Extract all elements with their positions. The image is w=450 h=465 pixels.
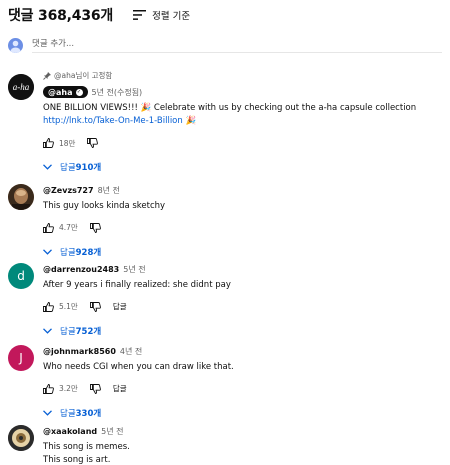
pin-icon (43, 71, 51, 80)
pinned-indicator: @aha님이 고정함 (43, 70, 442, 81)
like-button[interactable] (43, 222, 54, 233)
chevron-down-icon (43, 164, 52, 170)
comment-time[interactable]: 4년 전 (120, 346, 142, 357)
avatar-letter: d (17, 269, 25, 283)
replies-count: 752개 (75, 326, 102, 337)
thumbs-up-icon (43, 222, 54, 233)
comment-actions: 4.7만 (43, 221, 442, 235)
user-avatar (8, 37, 23, 53)
replies-prefix: 답글 (60, 326, 76, 337)
thumbs-up-icon (43, 383, 54, 394)
comment-text: ONE BILLION VIEWS!!! 🎉 Celebrate with us… (43, 102, 442, 127)
comment-actions: 3.2만 답글 (43, 382, 442, 396)
chevron-down-icon (43, 327, 52, 334)
comment-text: This guy looks kinda sketchy (43, 201, 166, 211)
thumbs-down-icon (89, 222, 101, 233)
author-name[interactable]: @Zevzs727 (43, 186, 94, 195)
comment-text: This song is memes. This song is art. (43, 441, 442, 465)
like-count: 3.2만 (59, 384, 78, 393)
thumbs-up-icon (43, 138, 54, 148)
author-name[interactable]: @darrenzou2483 (43, 265, 119, 274)
aha-logo-icon: a-ha (8, 74, 34, 100)
comment-text-part: ONE BILLION VIEWS!!! 🎉 Celebrate with us… (43, 103, 417, 113)
thumbs-down-icon (89, 301, 101, 312)
add-comment-row: 댓글 추가... (8, 37, 442, 53)
author-name: @aha (48, 87, 73, 97)
thumbs-up-icon (43, 301, 54, 312)
comment-thread: J @johnmark8560 4년 전 Who needs CGI when … (8, 345, 442, 419)
replies-count: 910개 (75, 163, 102, 173)
view-replies-button[interactable]: 답글 910개 (43, 161, 442, 173)
user-silhouette-icon (10, 40, 21, 53)
like-button[interactable] (43, 138, 54, 148)
comment-actions: 18만 (43, 136, 442, 150)
pinned-label: @aha님이 고정함 (54, 71, 113, 80)
avatar[interactable]: J (8, 345, 34, 371)
comment-actions: 5.1만 답글 (43, 300, 442, 314)
dislike-button[interactable] (89, 383, 101, 394)
author-name[interactable]: @xaakoland (43, 427, 97, 436)
comment-link[interactable]: http://lnk.to/Take-On-Me-1-Billion (43, 116, 183, 126)
comment-thread: @xaakoland 5년 전 This song is memes. This… (8, 425, 442, 465)
chevron-down-icon (43, 409, 52, 416)
like-count: 5.1만 (59, 302, 78, 311)
svg-text:a-ha: a-ha (13, 82, 30, 92)
comment-time[interactable]: 8년 전 (98, 185, 120, 196)
replies-count: 330개 (75, 408, 102, 419)
avatar-letter: J (19, 351, 23, 365)
comment-line: This song is memes. (43, 442, 130, 452)
comment-thread-pinned: a-ha @aha님이 고정함 @aha ✓ 5년 전(수정됨) ONE BIL… (8, 70, 442, 173)
profile-photo-icon (8, 425, 34, 451)
reply-button[interactable]: 답글 (113, 301, 127, 312)
comment-count: 댓글 368,436개 (8, 8, 114, 24)
comment-time[interactable]: 5년 전(수정됨) (92, 87, 143, 98)
replies-prefix: 답글 (60, 247, 76, 258)
view-replies-button[interactable]: 답글 928개 (43, 246, 442, 258)
dislike-button[interactable] (87, 138, 99, 148)
dislike-button[interactable] (89, 301, 101, 312)
like-count: 18만 (59, 138, 76, 148)
comment-time[interactable]: 5년 전 (123, 264, 145, 275)
comment-line: This song is art. (43, 454, 111, 465)
author-name[interactable]: @johnmark8560 (43, 347, 116, 356)
comment-time[interactable]: 5년 전 (101, 426, 123, 437)
author-badge[interactable]: @aha ✓ (43, 86, 88, 98)
thumbs-down-icon (89, 383, 101, 394)
comment-thread: @Zevzs727 8년 전 This guy looks kinda sket… (8, 184, 442, 258)
thumbs-down-icon (87, 138, 99, 148)
comments-header: 댓글 368,436개 정렬 기준 (8, 5, 190, 25)
view-replies-button[interactable]: 답글 752개 (43, 325, 442, 337)
avatar[interactable]: d (8, 263, 34, 289)
comment-text-part: 🎉 (182, 115, 197, 126)
sort-button[interactable]: 정렬 기준 (133, 8, 190, 22)
like-button[interactable] (43, 383, 54, 394)
dislike-button[interactable] (89, 222, 101, 233)
like-button[interactable] (43, 301, 54, 312)
comment-text: Who needs CGI when you can draw like tha… (43, 362, 234, 372)
profile-photo-icon (8, 184, 34, 210)
replies-prefix: 답글 (60, 163, 76, 173)
comment-thread: d @darrenzou2483 5년 전 After 9 years i fi… (8, 263, 442, 337)
avatar[interactable]: a-ha (8, 74, 34, 100)
view-replies-button[interactable]: 답글 330개 (43, 407, 442, 419)
replies-count: 928개 (75, 247, 102, 258)
add-comment-input[interactable]: 댓글 추가... (32, 37, 442, 53)
reply-button[interactable]: 답글 (113, 383, 127, 394)
avatar[interactable] (8, 425, 34, 451)
comment-text: After 9 years i finally realized: she di… (43, 280, 231, 290)
like-count: 4.7만 (59, 223, 78, 232)
sort-label: 정렬 기준 (152, 11, 191, 22)
chevron-down-icon (43, 248, 52, 255)
sort-icon (133, 10, 147, 20)
verified-check-icon: ✓ (75, 88, 83, 96)
avatar[interactable] (8, 184, 34, 210)
replies-prefix: 답글 (60, 408, 76, 419)
